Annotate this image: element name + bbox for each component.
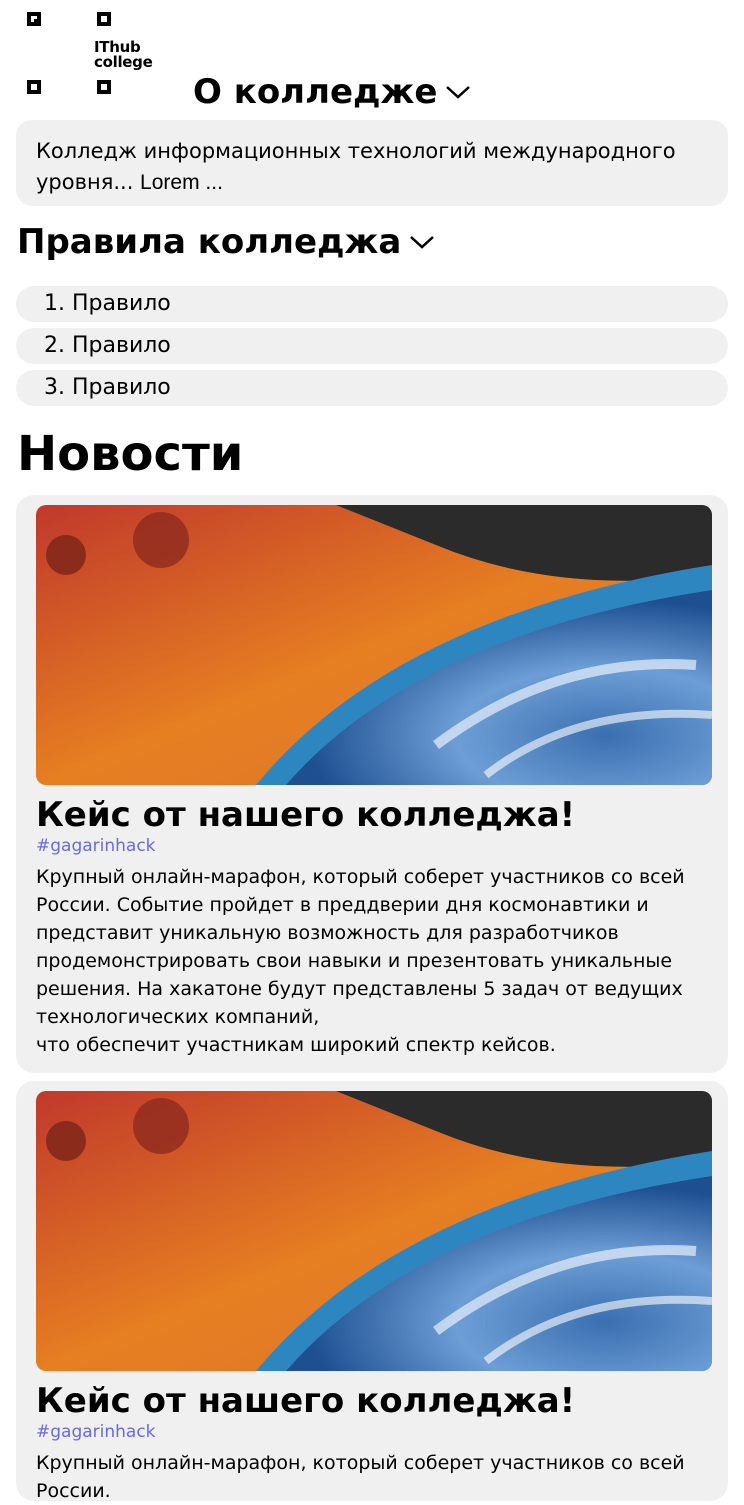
- news-card[interactable]: Кейс от нашего колледжа! #gagarinhack Кр…: [16, 1081, 728, 1502]
- logo-square-icon: [97, 12, 111, 26]
- logo-text: IThub college: [94, 38, 153, 71]
- chevron-down-icon: [410, 236, 435, 249]
- logo-square-icon: [27, 80, 41, 94]
- news-heading: Новости: [17, 426, 244, 482]
- logo-square-icon: [97, 80, 111, 94]
- news-title: Кейс от нашего колледжа!: [36, 795, 576, 835]
- news-image: [36, 505, 712, 785]
- logo-square-icon: [27, 12, 41, 26]
- rules-list: 1. Правило 2. Правило 3. Правило: [16, 286, 728, 412]
- news-title: Кейс от нашего колледжа!: [36, 1381, 576, 1421]
- rules-title: Правила колледжа: [17, 222, 402, 262]
- rules-section-toggle[interactable]: Правила колледжа: [17, 222, 435, 262]
- about-lorem: Lorem ...: [140, 171, 223, 194]
- ithub-college-logo[interactable]: IThub college: [27, 12, 167, 104]
- news-text: Крупный онлайн-марафон, который соберет …: [36, 1452, 685, 1502]
- rule-item[interactable]: 2. Правило: [16, 328, 728, 364]
- news-text: Крупный онлайн-марафон, который соберет …: [36, 866, 685, 1056]
- news-image: [36, 1091, 712, 1371]
- news-tag-link[interactable]: #gagarinhack: [36, 835, 712, 857]
- rule-item[interactable]: 3. Правило: [16, 370, 728, 406]
- about-text: Колледж информационных технологий междун…: [36, 139, 676, 194]
- news-card[interactable]: Кейс от нашего колледжа! #gagarinhack Кр…: [16, 495, 728, 1073]
- about-title: О колледже: [193, 72, 438, 112]
- rule-item[interactable]: 1. Правило: [16, 286, 728, 322]
- chevron-down-icon: [446, 86, 471, 99]
- about-section-toggle[interactable]: О колледже: [193, 72, 471, 112]
- about-card: Колледж информационных технологий междун…: [16, 120, 728, 206]
- news-tag-link[interactable]: #gagarinhack: [36, 1421, 712, 1443]
